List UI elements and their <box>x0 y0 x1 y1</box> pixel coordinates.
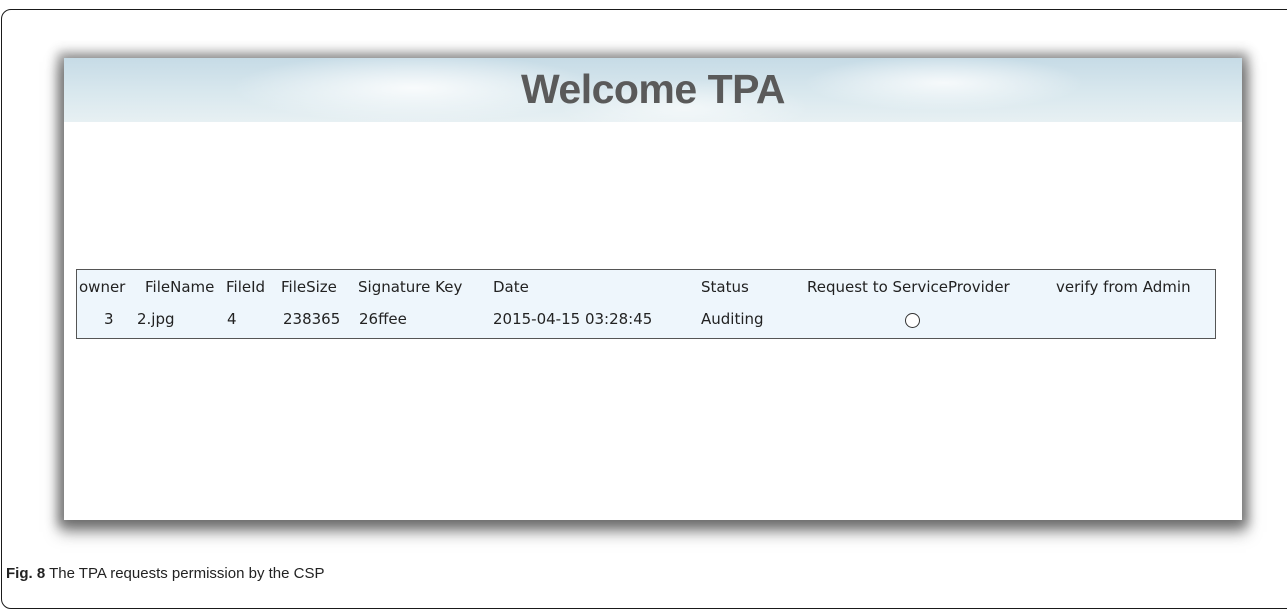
cell-status: Auditing <box>701 310 764 328</box>
cell-filename: 2.jpg <box>137 310 175 328</box>
tpa-window: Welcome TPA owner FileName FileId FileSi… <box>64 58 1242 520</box>
caption-label: Fig. 8 <box>6 565 46 582</box>
figure-caption: Fig. 8 The TPA requests permission by th… <box>6 565 324 582</box>
header-signature-key: Signature Key <box>358 278 463 296</box>
cell-owner: 3 <box>104 310 114 328</box>
header-fileid: FileId <box>226 278 266 296</box>
header-verify-from-admin: verify from Admin <box>1056 278 1191 296</box>
header-owner: owner <box>79 278 126 296</box>
request-serviceprovider-radio[interactable] <box>905 313 920 328</box>
header-status: Status <box>701 278 749 296</box>
header-request-to-serviceprovider: Request to ServiceProvider <box>807 278 1010 296</box>
cell-signature-key: 26ffee <box>359 310 407 328</box>
caption-text: The TPA requests permission by the CSP <box>45 565 325 582</box>
file-table: owner FileName FileId FileSize Signature… <box>76 269 1216 339</box>
page-title: Welcome TPA <box>520 66 786 112</box>
header-filename: FileName <box>145 278 215 296</box>
welcome-banner: Welcome TPA <box>64 58 1242 122</box>
cell-fileid: 4 <box>227 310 237 328</box>
cell-date: 2015-04-15 03:28:45 <box>493 310 653 328</box>
cell-filesize: 238365 <box>283 310 341 328</box>
header-filesize: FileSize <box>281 278 337 296</box>
header-date: Date <box>493 278 529 296</box>
